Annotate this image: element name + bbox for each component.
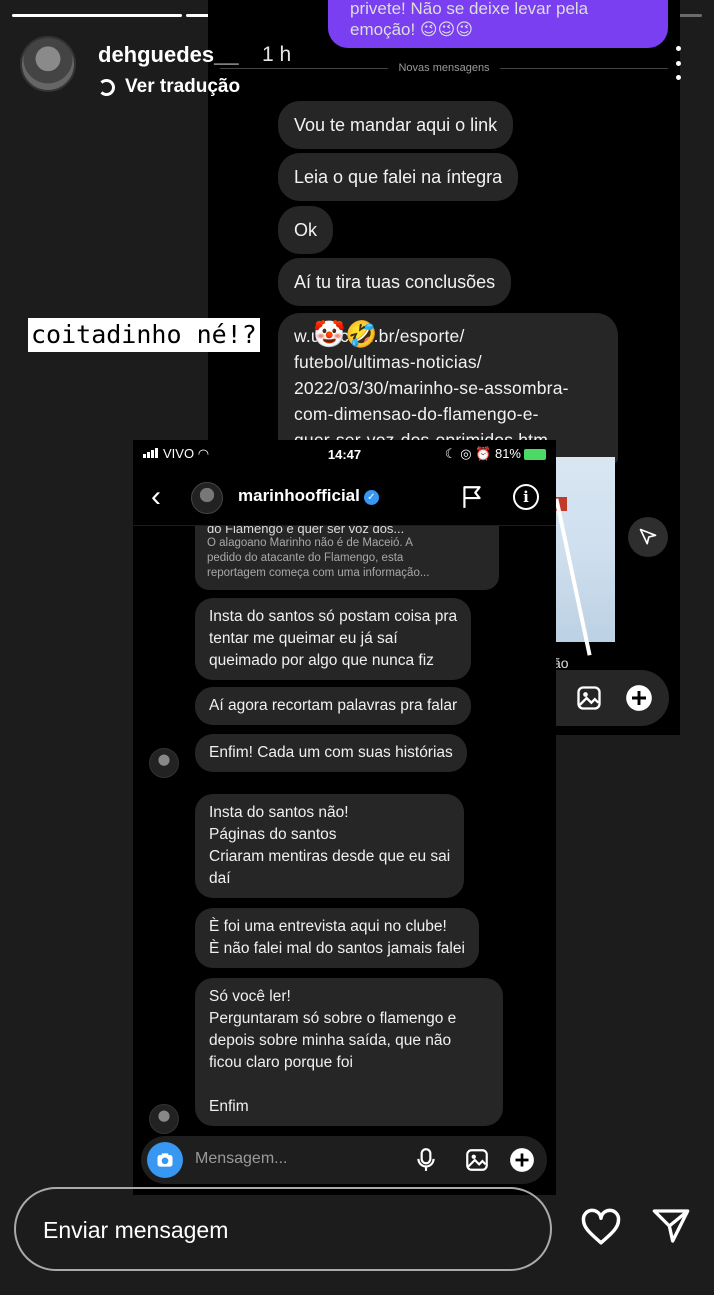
story-username[interactable]: dehguedes__ <box>98 42 239 68</box>
camera-icon[interactable] <box>147 1142 183 1178</box>
gallery-icon[interactable] <box>575 684 603 712</box>
message-bubble: È foi uma entrevista aqui no clube! È não… <box>195 908 479 968</box>
add-icon[interactable] <box>625 684 653 712</box>
contact-avatar <box>149 1104 179 1134</box>
message-bubble: Aí agora recortam palavras pra falar <box>195 687 472 725</box>
info-icon[interactable]: i <box>513 484 539 510</box>
avatar[interactable] <box>20 36 76 92</box>
back-composer <box>553 670 669 726</box>
link-preview-card[interactable]: do Flamengo e quer ser voz dos... O alag… <box>195 526 499 590</box>
message-bubble: Insta do santos só postam coisa pra tenta… <box>195 598 472 680</box>
status-time: 14:47 <box>327 446 362 462</box>
purple-message-bubble: privete! Não se deixe levar pela emoção!… <box>328 0 668 48</box>
flag-icon[interactable] <box>459 484 485 510</box>
message-bubble: Só você ler! Perguntaram só sobre o flame… <box>195 978 503 1126</box>
share-icon[interactable] <box>628 517 668 557</box>
translate-button[interactable]: Ver tradução <box>98 76 240 98</box>
message-input[interactable]: Mensagem... <box>195 1150 287 1168</box>
progress-segment <box>12 14 182 17</box>
microphone-icon[interactable] <box>413 1147 439 1173</box>
verified-badge-icon: ✓ <box>363 490 379 505</box>
emoji-sticker: 🤡🤣 <box>313 319 378 349</box>
send-icon[interactable] <box>651 1206 691 1246</box>
message-bubble: Ok <box>278 206 334 254</box>
status-bar: VIVO ◠ 14:47 ☾ ◎ ⏰ 81% <box>133 440 556 468</box>
heart-icon[interactable] <box>580 1206 622 1248</box>
translate-icon <box>98 78 115 96</box>
front-chat-screenshot: VIVO ◠ 14:47 ☾ ◎ ⏰ 81% ‹ marinhoofficial… <box>133 440 556 1195</box>
message-composer[interactable]: Mensagem... <box>141 1136 547 1184</box>
add-icon[interactable] <box>509 1147 535 1173</box>
back-arrow-icon[interactable]: ‹ <box>151 480 161 514</box>
translate-label: Ver tradução <box>125 76 241 97</box>
message-bubble: Vou te mandar aqui o link <box>278 101 514 149</box>
more-options-icon[interactable] <box>670 46 686 80</box>
caption-sticker: coitadinho né!? <box>28 318 260 352</box>
message-bubble: Insta do santos não! Páginas do santos Cri… <box>195 794 465 898</box>
gallery-icon[interactable] <box>464 1147 490 1173</box>
message-bubble: Enfim! Cada um com suas histórias <box>195 734 467 772</box>
link-preview-image <box>553 457 615 656</box>
reply-input[interactable]: Enviar mensagem <box>14 1187 552 1271</box>
link-line: futebol/ultimas-noticias/ <box>294 352 482 372</box>
contact-avatar <box>149 748 179 778</box>
message-bubble: Aí tu tira tuas conclusões <box>278 258 512 306</box>
story-time: 1 h <box>262 43 292 66</box>
link-line: com-dimensao-do-flamengo-e- <box>294 404 539 424</box>
contact-name[interactable]: marinhoofficial ✓ <box>238 486 379 506</box>
reply-placeholder: Enviar mensagem <box>43 1217 229 1243</box>
message-bubble: Leia o que falei na íntegra <box>278 153 519 201</box>
contact-avatar[interactable] <box>191 482 223 514</box>
link-line: 2022/03/30/marinho-se-assombra- <box>294 378 569 398</box>
dm-header: ‹ marinhoofficial ✓ i <box>133 468 556 526</box>
